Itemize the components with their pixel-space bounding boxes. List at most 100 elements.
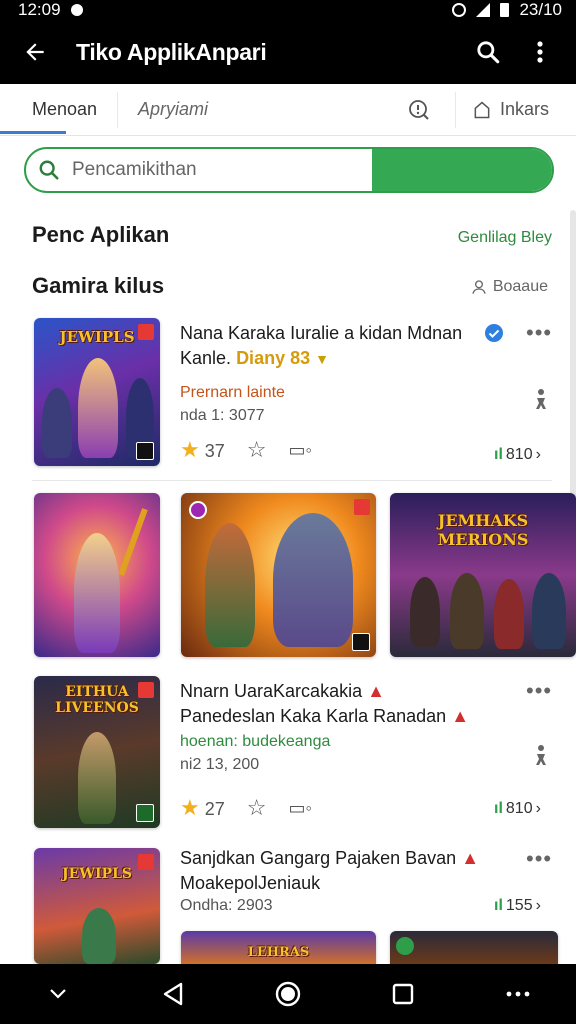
app-date: nda 1: 3077 bbox=[180, 407, 265, 424]
triangle-back-icon bbox=[163, 982, 182, 1006]
heart-icon: ▼ bbox=[315, 351, 329, 367]
app-title: Tiko ApplikAnpari bbox=[76, 38, 267, 65]
gallery-image[interactable] bbox=[34, 493, 160, 657]
favorite-star-button[interactable]: ☆ bbox=[247, 437, 267, 463]
nav-back-button[interactable] bbox=[143, 964, 203, 1024]
bar-chart-icon: ıl bbox=[494, 800, 503, 817]
chevron-right-icon[interactable]: › bbox=[536, 800, 541, 818]
chevron-right-icon[interactable]: › bbox=[536, 897, 541, 915]
title-line: Sanjdkan Gangarg Pajaken Bavan bbox=[180, 848, 457, 868]
tag-icon: ▲ bbox=[461, 848, 480, 868]
app-bar: Tiko ApplikAnpari bbox=[0, 20, 576, 84]
tab-info[interactable] bbox=[382, 91, 456, 128]
download-value: 810 bbox=[505, 800, 533, 817]
gallery-image[interactable] bbox=[181, 493, 376, 657]
search-input[interactable] bbox=[72, 150, 376, 190]
more-options-button[interactable]: ••• bbox=[526, 320, 552, 346]
back-button[interactable] bbox=[0, 20, 70, 84]
app-date: ni2 13, 200 bbox=[180, 756, 260, 773]
chevron-right-icon[interactable]: › bbox=[536, 446, 541, 464]
nav-more-button[interactable] bbox=[488, 964, 548, 1024]
app-title[interactable]: Nana Karaka Iuralie a kidan Mdnan bbox=[180, 323, 462, 344]
section-link-penc[interactable]: Genlilag Bley bbox=[458, 229, 552, 247]
star-icon: ★ bbox=[180, 795, 200, 820]
tag-icon: ▲ bbox=[367, 681, 385, 701]
badge-icon bbox=[136, 442, 154, 460]
app-thumbnail[interactable]: EITHUA LIVEENOS bbox=[34, 676, 160, 828]
tab-label: Menoan bbox=[32, 99, 98, 119]
divider bbox=[32, 480, 552, 481]
section-title-gamira: Gamira kilus bbox=[32, 273, 165, 298]
overflow-menu-button[interactable] bbox=[514, 20, 566, 84]
app-title[interactable]: Nnarn UaraKarcakakia ▲ bbox=[180, 681, 385, 702]
thumb-logo: JEMHAKS MERIONS bbox=[437, 511, 529, 549]
badge-icon bbox=[352, 633, 370, 651]
app-thumbnail[interactable]: JEWIPLS bbox=[34, 848, 160, 964]
controller-icon[interactable]: ▭◦ bbox=[289, 440, 312, 461]
gallery-image[interactable]: LEHRAS bbox=[181, 931, 376, 964]
status-time: 12:09 bbox=[18, 0, 61, 19]
tab-menoan[interactable]: Menoan bbox=[0, 91, 118, 128]
app-subtitle: Kanle. Diany 83 ▼ bbox=[180, 348, 329, 369]
gallery-image[interactable]: JEMHAKS MERIONS bbox=[390, 493, 576, 657]
search-field-icon-wrap bbox=[26, 159, 72, 181]
search-bar[interactable] bbox=[24, 147, 554, 193]
search-button[interactable] bbox=[462, 20, 514, 84]
rating: ★ 27 bbox=[180, 795, 225, 821]
badge-icon bbox=[136, 804, 154, 822]
search-icon bbox=[477, 41, 500, 64]
more-vert-icon bbox=[537, 41, 543, 63]
tab-inkars[interactable]: Inkars bbox=[456, 84, 576, 136]
badge-icon bbox=[138, 854, 154, 870]
app-developer: hoenan: budekeanga bbox=[180, 733, 331, 750]
section-title-penc: Penc Aplikan bbox=[32, 222, 170, 247]
more-options-button[interactable]: ••• bbox=[526, 846, 552, 872]
app-date: Ondha: 2903 bbox=[180, 897, 273, 914]
more-options-button[interactable]: ••• bbox=[526, 678, 552, 704]
app-actions: ★ 37 ☆ ▭◦ bbox=[180, 437, 312, 463]
nav-down-button[interactable] bbox=[28, 964, 88, 1024]
download-value: 810 bbox=[505, 446, 533, 463]
controller-icon[interactable]: ▭◦ bbox=[289, 798, 312, 819]
title-line: Panedeslan Kaka Karla Ranadan bbox=[180, 706, 447, 726]
alarm-icon bbox=[452, 3, 467, 17]
badge-icon bbox=[189, 501, 207, 519]
download-count: ıl 810 › bbox=[494, 800, 541, 818]
bar-chart-icon: ıl bbox=[494, 446, 503, 463]
info-search-icon bbox=[408, 99, 429, 120]
badge-icon bbox=[138, 324, 154, 340]
status-bar: 12:09 23/10 bbox=[0, 0, 576, 20]
subtitle-dark: Kanle. bbox=[180, 348, 232, 368]
section-link-label: Boaaue bbox=[492, 278, 548, 295]
chevron-down-icon bbox=[49, 989, 66, 999]
person-icon bbox=[536, 389, 546, 409]
tab-apryiami[interactable]: Apryiami bbox=[118, 84, 382, 136]
active-tab-indicator bbox=[0, 131, 66, 134]
app-actions: ★ 27 ☆ ▭◦ bbox=[180, 795, 312, 821]
gallery-image[interactable] bbox=[390, 931, 558, 964]
tag-icon: ▲ bbox=[451, 706, 470, 726]
tab-label: Apryiami bbox=[138, 99, 209, 119]
tab-bar: Menoan Apryiami Inkars bbox=[0, 84, 576, 136]
battery-icon bbox=[500, 3, 510, 17]
user-icon bbox=[472, 280, 486, 294]
nav-recents-button[interactable] bbox=[373, 964, 433, 1024]
badge-icon bbox=[396, 937, 414, 955]
app-thumbnail[interactable]: JEWIPLS bbox=[34, 318, 160, 466]
person-icon bbox=[536, 745, 546, 765]
download-count: ıl 155 › bbox=[494, 897, 541, 915]
search-submit-button[interactable] bbox=[372, 149, 552, 191]
status-right-text: 23/10 bbox=[519, 0, 562, 19]
staff-icon bbox=[118, 508, 148, 576]
favorite-star-button[interactable]: ☆ bbox=[247, 795, 267, 821]
search-icon bbox=[39, 160, 59, 180]
more-horiz-icon bbox=[506, 991, 530, 997]
section-link-gamira[interactable]: Boaaue bbox=[471, 278, 548, 296]
app-subtitle: MoakepolJeniauk bbox=[180, 873, 321, 893]
nav-home-button[interactable] bbox=[258, 964, 318, 1024]
rating-value: 27 bbox=[204, 799, 225, 819]
star-icon: ★ bbox=[180, 437, 200, 462]
app-title[interactable]: Sanjdkan Gangarg Pajaken Bavan ▲ bbox=[180, 848, 479, 869]
download-value: 155 bbox=[505, 897, 533, 914]
system-nav-bar bbox=[0, 964, 576, 1024]
